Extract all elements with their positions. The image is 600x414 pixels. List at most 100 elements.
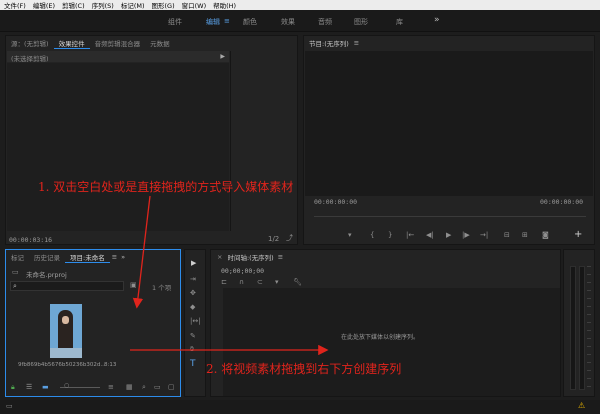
mark-out-icon[interactable]: } (388, 232, 392, 239)
menu-help[interactable]: 帮助(H) (213, 0, 236, 10)
project-footer: 🔒︎ ☰ ▬ ○ ≡ ▦ ⌕ ▭ ▢ (6, 380, 180, 396)
project-file-name: 未命名.prproj (26, 271, 67, 279)
expand-arrow-icon[interactable]: ▶ (220, 53, 225, 60)
timeline-menu-icon[interactable]: ≡ (276, 253, 285, 261)
go-to-in-icon[interactable]: |← (406, 232, 414, 239)
menu-edit[interactable]: 编辑(E) (33, 0, 55, 10)
menu-graphics[interactable]: 图形(G) (152, 0, 175, 10)
program-title[interactable]: 节目:(无序列) (304, 38, 354, 48)
step-forward-icon[interactable]: |▶ (462, 232, 470, 239)
workspace-color[interactable]: 颜色 (243, 17, 257, 27)
timeline-drop-hint: 在此处放下媒体以创建序列。 (341, 334, 420, 341)
panel-splitter[interactable] (230, 51, 231, 231)
snap-icon[interactable]: ∩ (239, 279, 244, 286)
annotation-step-1: 1. 双击空白处或是直接拖拽的方式导入媒体素材 (38, 180, 294, 194)
sort-icon[interactable]: ≡ (108, 384, 114, 391)
tab-markers[interactable]: 标记 (6, 252, 29, 262)
menu-window[interactable]: 窗口(W) (182, 0, 207, 10)
thumbnail-face (62, 316, 69, 324)
audio-meter-left (570, 266, 576, 390)
menu-sequence[interactable]: 序列(S) (92, 0, 114, 10)
lift-icon[interactable]: ⊟ (504, 232, 510, 239)
new-item-icon[interactable]: ▢ (168, 384, 175, 391)
program-scrubber[interactable] (314, 216, 586, 217)
type-tool-icon[interactable]: T (190, 360, 196, 369)
list-view-icon[interactable]: ☰ (26, 384, 32, 391)
slip-tool-icon[interactable]: |↔| (190, 318, 201, 325)
clip-thumbnail[interactable] (50, 304, 82, 358)
thumbnail-ground (50, 348, 82, 358)
zoom-level[interactable]: 1/2 (268, 236, 279, 243)
camera-icon[interactable]: ◙ (542, 232, 549, 239)
timeline-drop-area[interactable]: 在此处放下媒体以创建序列。 (223, 288, 560, 396)
status-icon: ▭ (6, 402, 13, 410)
workspace-audio[interactable]: 音频 (318, 17, 332, 27)
automate-icon[interactable]: ▦ (126, 384, 133, 391)
warning-icon[interactable]: ⚠ (578, 402, 585, 410)
timeline-title[interactable]: 时间轴:(无序列) (225, 252, 275, 262)
tab-effect-controls[interactable]: 效果控件 (53, 38, 90, 49)
extract-icon[interactable]: ⊞ (522, 232, 528, 239)
tab-project[interactable]: 项目:未命名 (65, 252, 110, 263)
mark-in-icon[interactable]: { (370, 232, 374, 239)
tab-history[interactable]: 历史记录 (29, 252, 65, 262)
menu-clip[interactable]: 剪辑(C) (62, 0, 85, 10)
workspace-graphics[interactable]: 图形 (354, 17, 368, 27)
search-input[interactable]: ⌕ (10, 281, 124, 291)
tab-source[interactable]: 源：(无剪辑) (6, 38, 54, 48)
workspace-bar: 组件 编辑 ≡ 颜色 效果 音频 图形 库 » (0, 10, 600, 32)
export-frame-icon[interactable]: ⤴ (286, 235, 293, 242)
workspace-assembly[interactable]: 组件 (168, 17, 182, 27)
workspace-more-icon[interactable]: » (434, 15, 440, 25)
tab-audio-clip-mixer[interactable]: 音频剪辑混合器 (90, 38, 146, 48)
source-tab-row: 源：(无剪辑) 效果控件 音频剪辑混合器 元数据 (6, 36, 297, 50)
wrench-icon[interactable]: 🔧︎ (293, 279, 302, 286)
project-menu-icon[interactable]: ≡ (110, 253, 119, 261)
project-more-icon[interactable]: » (119, 253, 127, 261)
audio-meter-right (579, 266, 585, 390)
workspace-editing[interactable]: 编辑 (206, 17, 220, 27)
step-back-icon[interactable]: ◀| (426, 232, 434, 239)
clip-name[interactable]: 9fb869b4b5676b50236b302d... (18, 362, 106, 368)
program-tab-row: 节目:(无序列) ≡ (304, 36, 594, 50)
timeline-close-icon[interactable]: × (211, 253, 225, 261)
nest-icon[interactable]: ⊏ (221, 279, 227, 286)
add-button-icon[interactable]: + (574, 230, 582, 240)
program-menu-icon[interactable]: ≡ (354, 39, 359, 47)
linked-selection-icon[interactable]: ⊂ (257, 279, 263, 286)
menu-file[interactable]: 文件(F) (4, 0, 26, 10)
pen-tool-icon[interactable]: ✎ (190, 333, 196, 340)
folder-icon: ▭ (12, 268, 19, 276)
lock-icon[interactable]: 🔒︎ (11, 384, 15, 391)
workspace-libraries[interactable]: 库 (396, 17, 403, 27)
workspace-effects[interactable]: 效果 (281, 17, 295, 27)
new-bin-from-search-icon[interactable]: ▣ (130, 282, 137, 289)
selection-tool-icon[interactable]: ▶ (191, 260, 196, 267)
tab-metadata[interactable]: 元数据 (145, 38, 175, 48)
program-timecode-current[interactable]: 00:00:00:00 (314, 198, 357, 206)
no-clip-label: (未选择剪辑) (11, 55, 49, 63)
razor-tool-icon[interactable]: ◆ (190, 304, 195, 311)
timeline-timecode[interactable]: 00;00;00;00 (221, 267, 264, 275)
project-panel: 标记 历史记录 项目:未命名 ≡ » ▭ 未命名.prproj ⌕ ▣ 1 个项… (5, 249, 181, 397)
add-marker-timeline-icon[interactable]: ▾ (275, 279, 279, 286)
new-bin-icon[interactable]: ▭ (154, 384, 161, 391)
program-viewer[interactable] (305, 51, 593, 196)
play-icon[interactable]: ▶ (446, 232, 451, 239)
zoom-slider-handle[interactable]: ○ (64, 383, 69, 389)
go-to-out-icon[interactable]: →| (480, 232, 488, 239)
track-select-tool-icon[interactable]: ⇥ (190, 276, 196, 283)
tools-panel: ▶ ⇥ ✥ ◆ |↔| ✎ ✋︎ T (184, 249, 206, 397)
annotation-step-2: 2. 将视频素材拖拽到右下方创建序列 (206, 362, 402, 376)
effect-controls-body[interactable] (7, 63, 229, 231)
source-timecode[interactable]: 00:00:03:16 (9, 236, 52, 244)
hand-tool-icon[interactable]: ✋︎ (190, 346, 194, 353)
menu-marker[interactable]: 标记(M) (121, 0, 145, 10)
find-icon[interactable]: ⌕ (142, 384, 146, 391)
menu-bar: 文件(F) 编辑(E) 剪辑(C) 序列(S) 标记(M) 图形(G) 窗口(W… (0, 0, 600, 10)
ripple-edit-tool-icon[interactable]: ✥ (190, 290, 196, 297)
workspace-menu-icon[interactable]: ≡ (224, 17, 230, 25)
meter-scale (587, 266, 591, 390)
add-marker-icon[interactable]: ▾ (348, 232, 352, 239)
icon-view-icon[interactable]: ▬ (42, 384, 49, 391)
